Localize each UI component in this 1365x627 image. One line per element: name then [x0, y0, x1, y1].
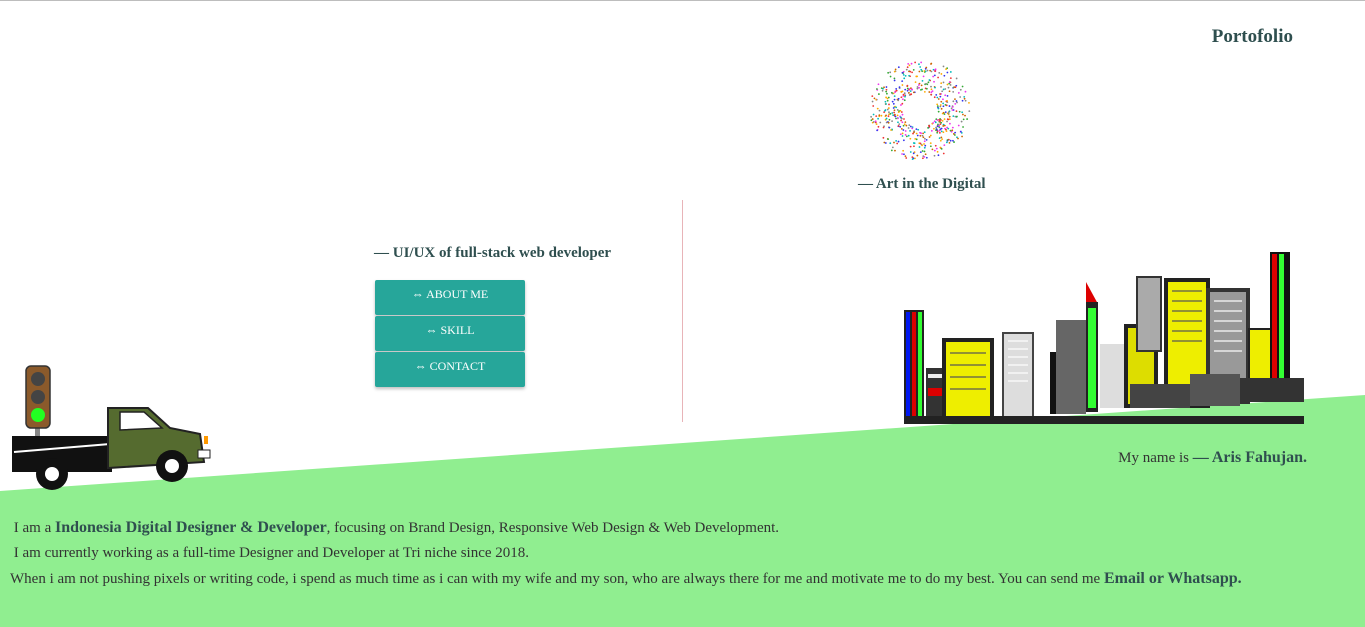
bio-line-3-pre: When i am not pushing pixels or writing … — [10, 571, 1104, 587]
bio: I am a Indonesia Digital Designer & Deve… — [10, 518, 1242, 595]
bio-line-1-pre: I am a — [13, 520, 55, 536]
bio-line-2: I am currently working as a full-time De… — [10, 544, 1242, 563]
contact-button[interactable]: ⇔ CONTACT — [375, 352, 525, 387]
main-menu: ⇔ ABOUT ME ⇔ SKILL ⇔ CONTACT — [375, 280, 525, 388]
intro-prefix: My name is — [1118, 450, 1193, 466]
brand-title[interactable]: Portofolio — [1212, 26, 1293, 48]
vertical-divider — [682, 200, 683, 422]
art-caption: — Art in the Digital — [858, 176, 986, 192]
bio-line-1: I am a Indonesia Digital Designer & Deve… — [10, 518, 1242, 538]
skill-button[interactable]: ⇔ SKILL — [375, 316, 525, 351]
bio-role: Indonesia Digital Designer & Developer — [54, 519, 327, 536]
dot-circle-icon — [870, 61, 971, 160]
contact-link[interactable]: Email or Whatsapp. — [1104, 570, 1242, 587]
intro-line: My name is — Aris Fahujan. — [1118, 449, 1307, 467]
about-me-button[interactable]: ⇔ ABOUT ME — [375, 280, 525, 315]
bio-line-2-text: I am currently working as a full-time De… — [13, 545, 530, 561]
bio-line-1-post: , focusing on Brand Design, Responsive W… — [326, 520, 780, 536]
truck-icon — [12, 365, 211, 490]
bio-line-3: When i am not pushing pixels or writing … — [10, 569, 1242, 589]
tagline: — UI/UX of full-stack web developer — [374, 245, 612, 261]
author-name: — Aris Fahujan. — [1192, 449, 1307, 466]
city-skyline-icon — [904, 252, 1304, 424]
traffic-light-icon — [25, 365, 51, 438]
